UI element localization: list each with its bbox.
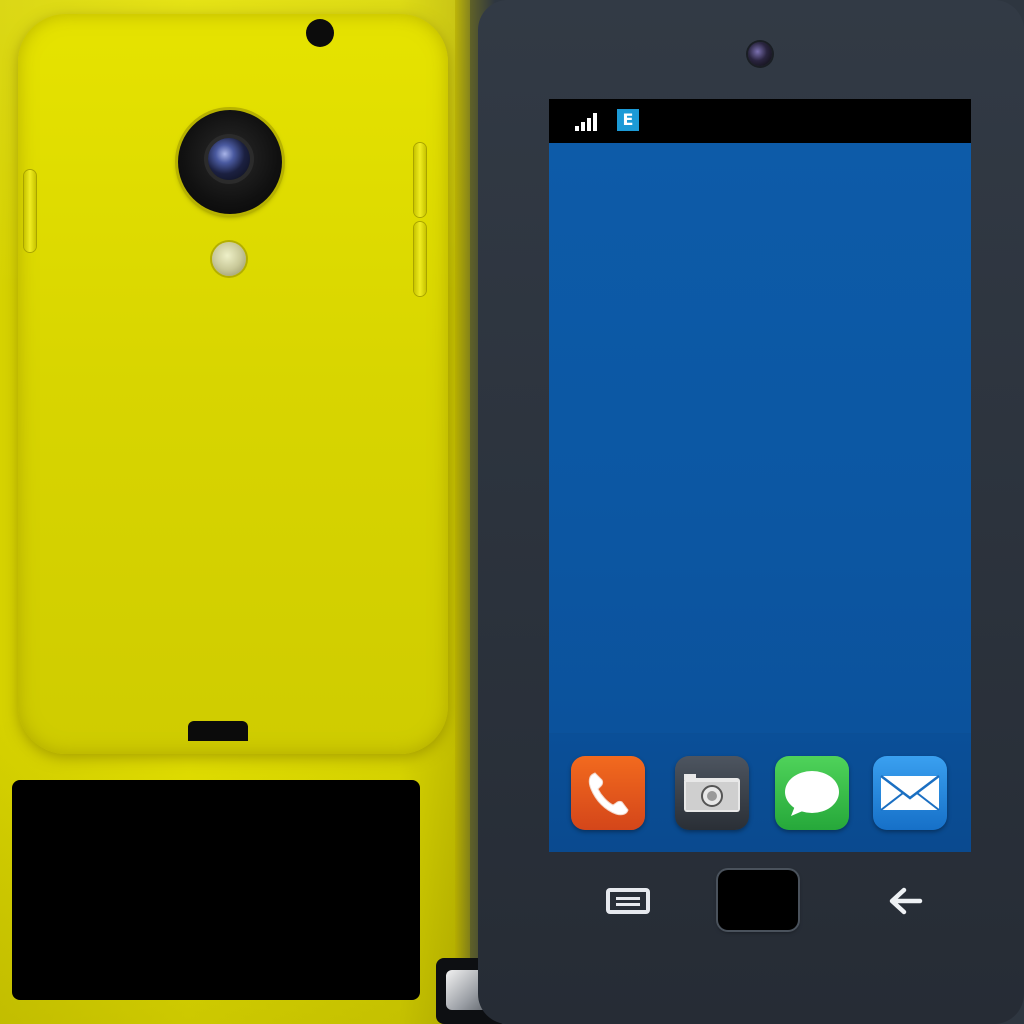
messages-app-button[interactable] bbox=[775, 756, 849, 830]
rear-camera bbox=[178, 110, 282, 214]
camera-flash bbox=[212, 242, 246, 276]
messages-icon bbox=[785, 771, 839, 816]
side-button-left[interactable] bbox=[24, 170, 36, 252]
camera-icon bbox=[684, 774, 740, 812]
back-arrow-icon bbox=[889, 887, 923, 915]
app-dock bbox=[549, 733, 971, 852]
menu-button[interactable] bbox=[598, 880, 658, 924]
status-bar: E bbox=[549, 99, 971, 143]
phone-screen[interactable]: E bbox=[549, 99, 971, 852]
mail-app-button[interactable] bbox=[873, 756, 947, 830]
charging-port bbox=[188, 721, 248, 741]
front-camera bbox=[748, 42, 772, 66]
headphone-jack bbox=[306, 19, 334, 47]
volume-down-button[interactable] bbox=[414, 222, 426, 296]
signal-bars-icon bbox=[575, 113, 601, 131]
volume-up-button[interactable] bbox=[414, 143, 426, 217]
home-screen-wallpaper[interactable] bbox=[549, 143, 971, 733]
phone-icon bbox=[588, 772, 629, 816]
phone-app-button[interactable] bbox=[571, 756, 645, 830]
menu-icon bbox=[606, 888, 650, 914]
camera-lens-icon bbox=[208, 138, 250, 180]
back-button[interactable] bbox=[878, 880, 934, 924]
home-button[interactable] bbox=[718, 870, 798, 930]
mail-icon bbox=[880, 775, 940, 811]
network-type-badge: E bbox=[617, 109, 639, 131]
blank-panel bbox=[12, 780, 420, 1000]
camera-app-button[interactable] bbox=[675, 756, 749, 830]
